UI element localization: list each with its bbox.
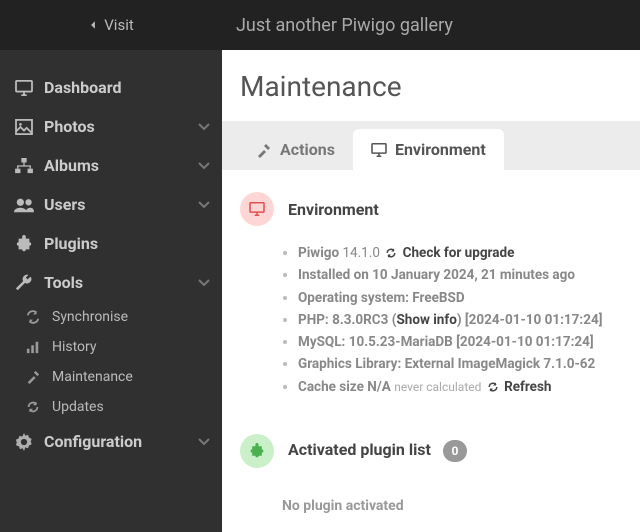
sidebar-sub-synchronise[interactable]: Synchronise: [0, 302, 222, 332]
nav-label: Photos: [44, 117, 95, 136]
chevron-left-icon: [88, 20, 98, 30]
chart-bar-icon: [26, 340, 46, 354]
gear-icon: [12, 433, 36, 451]
chevron-down-icon: [198, 199, 210, 211]
nav-label: Dashboard: [44, 78, 121, 97]
env-installed: Installed on 10 January 2024, 21 minutes…: [298, 264, 622, 286]
tools-icon: [26, 370, 46, 384]
tab-actions[interactable]: Actions: [238, 129, 353, 170]
puzzle-icon: [240, 434, 274, 468]
monitor-icon: [371, 143, 387, 157]
chevron-down-icon: [198, 436, 210, 448]
sidebar-sub-maintenance[interactable]: Maintenance: [0, 362, 222, 392]
tools-icon: [256, 142, 272, 158]
image-icon: [12, 119, 36, 135]
nav-label: History: [52, 339, 97, 355]
nav-label: Plugins: [44, 234, 98, 253]
users-icon: [12, 197, 36, 213]
puzzle-icon: [12, 235, 36, 253]
section-heading: Activated plugin list 0: [288, 440, 467, 462]
cache-refresh-link[interactable]: Refresh: [504, 379, 551, 395]
nav-label: Updates: [52, 399, 104, 415]
nav-label: Albums: [44, 156, 99, 175]
sidebar-item-users[interactable]: Users: [0, 185, 222, 224]
refresh-icon: [26, 400, 46, 414]
php-show-info-link[interactable]: Show info: [396, 312, 456, 328]
sidebar-item-dashboard[interactable]: Dashboard: [0, 68, 222, 107]
sidebar-item-configuration[interactable]: Configuration: [0, 422, 222, 461]
visit-link[interactable]: Visit: [0, 16, 222, 34]
sidebar: Dashboard Photos Albums Users Plugins To…: [0, 50, 222, 532]
sidebar-item-photos[interactable]: Photos: [0, 107, 222, 146]
sync-icon: [26, 310, 46, 324]
nav-label: Synchronise: [52, 309, 128, 325]
chevron-down-icon: [198, 277, 210, 289]
page-title: Maintenance: [222, 50, 640, 121]
env-php: PHP: 8.3.0RC3 (Show info) [2024-01-10 01…: [298, 309, 622, 331]
sitemap-icon: [12, 158, 36, 174]
monitor-icon: [240, 192, 274, 226]
check-upgrade-link[interactable]: Check for upgrade: [403, 245, 515, 261]
env-mysql: MySQL: 10.5.23-MariaDB [2024-01-10 01:17…: [298, 331, 622, 353]
tab-label: Actions: [280, 140, 335, 159]
sidebar-item-tools[interactable]: Tools: [0, 263, 222, 302]
env-cache: Cache size N/A never calculated Refresh: [298, 376, 622, 398]
environment-list: Piwigo 14.1.0 Check for upgrade Installe…: [240, 242, 622, 398]
nav-label: Maintenance: [52, 369, 133, 385]
nav-label: Users: [44, 195, 85, 214]
env-os: Operating system: FreeBSD: [298, 287, 622, 309]
site-title: Just another Piwigo gallery: [222, 15, 453, 36]
tab-bar: Actions Environment: [222, 121, 640, 170]
monitor-icon: [12, 80, 36, 96]
main-content: Maintenance Actions Environment Environm…: [222, 50, 640, 532]
sidebar-item-albums[interactable]: Albums: [0, 146, 222, 185]
section-heading: Environment: [288, 200, 379, 219]
nav-label: Tools: [44, 273, 83, 292]
section-head-environment: Environment: [240, 192, 622, 226]
refresh-icon: [385, 247, 397, 259]
top-bar: Visit Just another Piwigo gallery: [0, 0, 640, 50]
nav-label: Configuration: [44, 432, 142, 451]
tab-environment[interactable]: Environment: [353, 129, 504, 170]
sidebar-sub-updates[interactable]: Updates: [0, 392, 222, 422]
wrench-icon: [12, 274, 36, 292]
tab-label: Environment: [395, 140, 486, 159]
sidebar-item-plugins[interactable]: Plugins: [0, 224, 222, 263]
chevron-down-icon: [198, 160, 210, 172]
plugin-count-badge: 0: [443, 440, 467, 462]
env-piwigo: Piwigo 14.1.0 Check for upgrade: [298, 242, 622, 264]
env-graphics: Graphics Library: External ImageMagick 7…: [298, 353, 622, 375]
refresh-icon: [487, 381, 499, 393]
chevron-down-icon: [198, 121, 210, 133]
visit-label: Visit: [104, 16, 134, 34]
plugins-empty-msg: No plugin activated: [240, 484, 622, 514]
section-head-plugins: Activated plugin list 0: [240, 434, 622, 468]
sidebar-sub-history[interactable]: History: [0, 332, 222, 362]
